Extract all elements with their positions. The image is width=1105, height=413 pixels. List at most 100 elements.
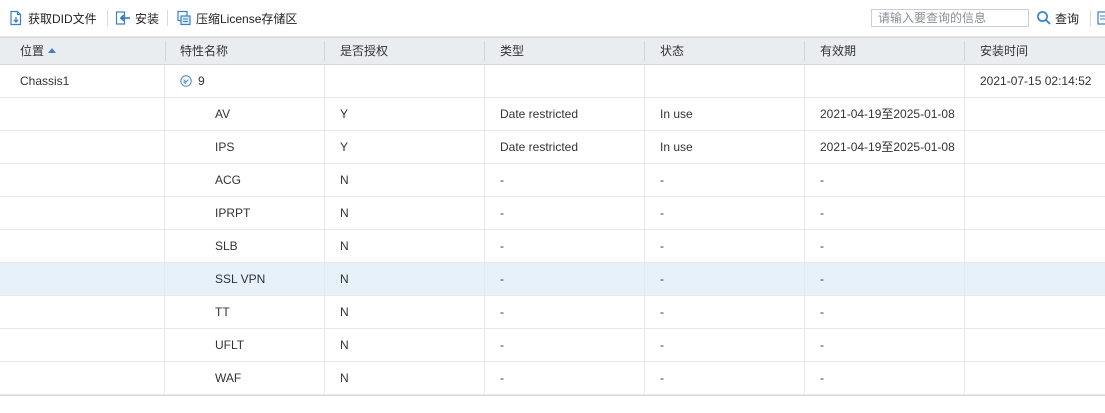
group-install-time: 2021-07-15 02:14:52 — [980, 74, 1092, 88]
collapse-chevron-icon[interactable] — [180, 75, 192, 87]
feature-name-cell: SSL VPN — [215, 272, 266, 286]
column-header-type[interactable]: 类型 — [480, 38, 640, 64]
compress-icon — [177, 10, 191, 26]
table-row[interactable]: UFLT N - - - — [0, 329, 1105, 362]
cell-divider — [164, 131, 165, 163]
status-cell: - — [660, 239, 664, 253]
table-row[interactable]: ACG N - - - — [0, 164, 1105, 197]
cell-divider — [324, 131, 325, 163]
cell-divider — [484, 98, 485, 130]
cell-divider — [324, 197, 325, 229]
cell-divider — [164, 230, 165, 262]
get-did-button[interactable]: 获取DID文件 — [8, 9, 97, 27]
licensed-cell: N — [340, 206, 349, 220]
file-download-icon — [10, 10, 22, 26]
feature-name-cell: UFLT — [215, 338, 245, 352]
validity-cell: - — [820, 338, 824, 352]
group-count: 9 — [198, 74, 205, 88]
more-tools-icon[interactable] — [1097, 10, 1105, 29]
column-header-licensed[interactable]: 是否授权 — [320, 38, 480, 64]
cell-divider — [484, 329, 485, 361]
cell-divider — [804, 296, 805, 328]
column-header-install-time[interactable]: 安装时间 — [960, 38, 1105, 64]
type-cell: Date restricted — [500, 107, 579, 121]
cell-divider — [324, 230, 325, 262]
table-row[interactable]: IPS Y Date restricted In use 2021-04-19至2025… — [0, 131, 1105, 164]
feature-name-cell: AV — [215, 107, 231, 121]
table-row[interactable]: TT N - - - — [0, 296, 1105, 329]
install-button[interactable]: 安装 — [115, 9, 159, 27]
cell-divider — [644, 296, 645, 328]
feature-rows: AV Y Date restricted In use 2021-04-19至2025-… — [0, 98, 1105, 395]
validity-cell: - — [820, 371, 824, 385]
status-cell: - — [660, 371, 664, 385]
cell-divider — [164, 197, 165, 229]
column-header-validity[interactable]: 有效期 — [800, 38, 960, 64]
search-icon — [1037, 11, 1051, 25]
cell-divider — [484, 263, 485, 295]
cell-divider — [804, 362, 805, 394]
cell-divider — [644, 230, 645, 262]
cell-divider — [644, 362, 645, 394]
cell-divider — [644, 263, 645, 295]
status-cell: In use — [660, 107, 693, 121]
toolbar-divider — [167, 10, 168, 26]
table-row[interactable]: SSL VPN N - - - — [0, 263, 1105, 296]
feature-name-cell: WAF — [215, 371, 242, 385]
compress-license-button[interactable]: 压缩License存储区 — [176, 9, 297, 27]
cell-divider — [164, 263, 165, 295]
cell-divider — [164, 164, 165, 196]
column-header-feature-name[interactable]: 特性名称 — [160, 38, 320, 64]
validity-cell: 2021-04-19至2025-01-08 — [820, 107, 955, 121]
group-expander[interactable]: 9 — [180, 65, 320, 97]
cell-divider — [484, 197, 485, 229]
feature-name-cell: ACG — [215, 173, 242, 187]
toolbar: 获取DID文件 安装 压缩License存储区 查询 — [0, 0, 1105, 37]
feature-name-cell: TT — [215, 305, 230, 319]
licensed-cell: N — [340, 305, 349, 319]
cell-divider — [804, 98, 805, 130]
group-row[interactable]: Chassis1 9 2021-07-15 02:14:52 — [0, 65, 1105, 98]
cell-divider — [644, 329, 645, 361]
table-row[interactable]: WAF N - - - — [0, 362, 1105, 395]
cell-divider — [484, 230, 485, 262]
get-did-label: 获取DID文件 — [28, 11, 97, 26]
status-cell: In use — [660, 140, 693, 154]
license-grid: 位置 特性名称 是否授权 类型 状态 有效期 安装时间 Chassis1 9 2… — [0, 37, 1105, 396]
cell-divider — [484, 131, 485, 163]
type-cell: - — [500, 206, 504, 220]
cell-divider — [484, 362, 485, 394]
validity-cell: - — [820, 173, 824, 187]
cell-divider — [644, 98, 645, 130]
status-cell: - — [660, 173, 664, 187]
compress-license-label: 压缩License存储区 — [196, 11, 298, 26]
cell-divider — [804, 131, 805, 163]
table-header: 位置 特性名称 是否授权 类型 状态 有效期 安装时间 — [0, 37, 1105, 65]
status-cell: - — [660, 272, 664, 286]
licensed-cell: N — [340, 371, 349, 385]
search-input[interactable] — [871, 9, 1029, 27]
table-row[interactable]: SLB N - - - — [0, 230, 1105, 263]
validity-cell: - — [820, 239, 824, 253]
type-cell: - — [500, 173, 504, 187]
column-header-status[interactable]: 状态 — [640, 38, 800, 64]
licensed-cell: N — [340, 272, 349, 286]
cell-divider — [804, 164, 805, 196]
table-bottom-border — [0, 395, 1105, 396]
cell-divider — [324, 98, 325, 130]
validity-cell: - — [820, 206, 824, 220]
cell-divider — [804, 263, 805, 295]
cell-divider — [164, 362, 165, 394]
table-row[interactable]: AV Y Date restricted In use 2021-04-19至2025-… — [0, 98, 1105, 131]
type-cell: - — [500, 338, 504, 352]
status-cell: - — [660, 206, 664, 220]
column-header-location[interactable]: 位置 — [0, 38, 165, 64]
cell-divider — [644, 164, 645, 196]
cell-divider — [324, 296, 325, 328]
toolbar-divider — [1090, 10, 1091, 26]
feature-name-cell: IPS — [215, 140, 235, 154]
search-button[interactable]: 查询 — [1036, 9, 1079, 27]
search-label: 查询 — [1055, 11, 1080, 26]
table-row[interactable]: IPRPT N - - - — [0, 197, 1105, 230]
cell-divider — [804, 230, 805, 262]
